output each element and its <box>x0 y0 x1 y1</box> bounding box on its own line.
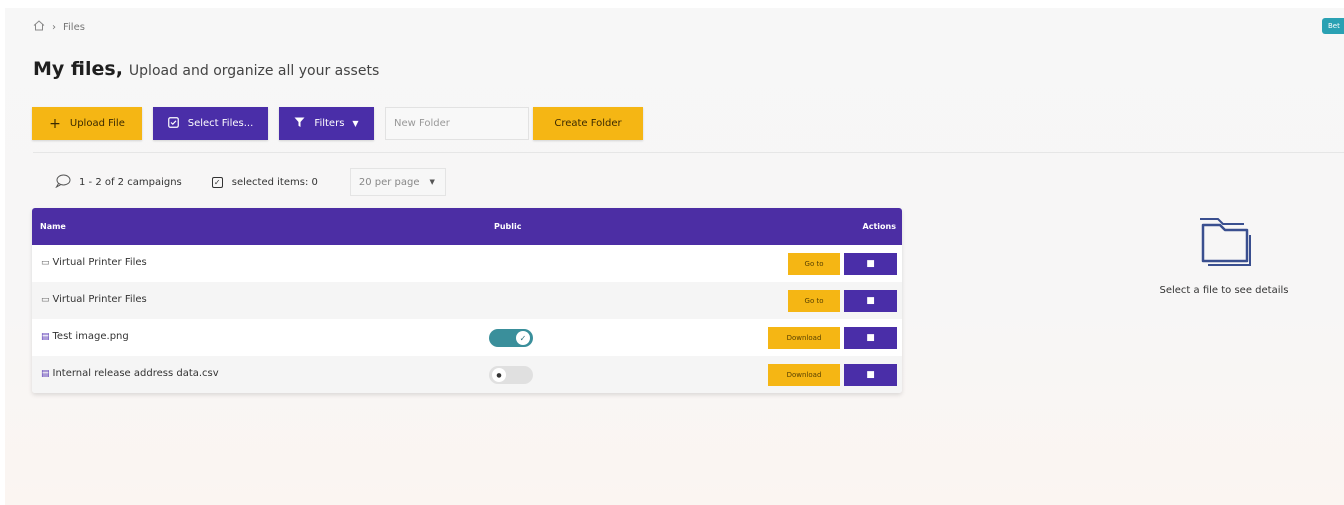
per-page-select[interactable]: 20 per page ▼ <box>349 168 446 196</box>
select-files-label: Select Files... <box>187 118 254 129</box>
check-icon: ✓ <box>516 331 530 345</box>
column-actions: Actions <box>862 222 896 231</box>
breadcrumb: › Files <box>33 20 85 34</box>
page-title: My files, <box>33 58 123 80</box>
public-toggle[interactable]: ● <box>489 366 533 384</box>
row-name: Test image.png <box>52 331 129 342</box>
delete-button[interactable]: ■ <box>844 253 897 275</box>
new-folder-input[interactable] <box>385 107 529 140</box>
campaign-count: 1 - 2 of 2 campaigns <box>79 176 182 188</box>
home-icon[interactable] <box>33 20 45 34</box>
caret-down-icon: ▼ <box>429 178 435 186</box>
chevron-right-icon: › <box>52 21 56 33</box>
row-name: Internal release address data.csv <box>52 368 219 379</box>
folder-icon: ▭ <box>41 294 50 305</box>
trash-icon: ■ <box>866 370 875 380</box>
delete-button[interactable]: ■ <box>844 290 897 312</box>
files-page: › Files Bet My files, Upload and organiz… <box>5 8 1344 505</box>
list-meta: 1 - 2 of 2 campaigns ✓ selected items: 0… <box>55 168 446 196</box>
page-subtitle: Upload and organize all your assets <box>128 63 380 79</box>
upload-file-label: Upload File <box>69 118 125 129</box>
create-folder-button[interactable]: Create Folder <box>533 107 643 140</box>
folder-icon <box>1135 213 1313 267</box>
download-button[interactable]: Download <box>768 364 840 386</box>
delete-button[interactable]: ■ <box>844 364 897 386</box>
details-empty-text: Select a file to see details <box>1159 285 1289 296</box>
column-name: Name <box>40 222 66 231</box>
page-header: My files, Upload and organize all your a… <box>33 58 379 80</box>
table-row[interactable]: ▭ Virtual Printer Files Go to ■ <box>32 245 902 282</box>
filters-button[interactable]: Filters ▼ <box>279 107 374 140</box>
filter-icon <box>294 117 305 131</box>
delete-button[interactable]: ■ <box>844 327 897 349</box>
folder-icon: ▭ <box>41 257 50 268</box>
per-page-value: 20 per page <box>358 176 420 188</box>
plus-icon: + <box>49 115 61 132</box>
trash-icon: ■ <box>866 259 875 269</box>
download-button[interactable]: Download <box>768 327 840 349</box>
caret-down-icon: ▼ <box>352 119 359 128</box>
public-toggle[interactable]: ✓ <box>489 329 533 347</box>
beta-badge[interactable]: Bet <box>1322 18 1344 34</box>
go-to-button[interactable]: Go to <box>788 253 840 275</box>
table-row[interactable]: ▤ Internal release address data.csv ● Do… <box>32 356 902 393</box>
trash-icon: ■ <box>866 333 875 343</box>
speech-bubble-icon <box>55 174 71 191</box>
file-icon: ▤ <box>41 368 50 379</box>
checkbox-icon <box>167 116 179 131</box>
go-to-button[interactable]: Go to <box>788 290 840 312</box>
trash-icon: ■ <box>866 296 875 306</box>
table-row[interactable]: ▤ Test image.png ✓ Download ■ <box>32 319 902 356</box>
column-public: Public <box>494 222 522 231</box>
select-files-button[interactable]: Select Files... <box>153 107 268 140</box>
details-panel: Select a file to see details <box>1135 213 1313 296</box>
filters-label: Filters <box>314 118 345 129</box>
table-row[interactable]: ▭ Virtual Printer Files Go to ■ <box>32 282 902 319</box>
divider <box>33 152 1344 153</box>
row-name: Virtual Printer Files <box>52 294 147 305</box>
toolbar: + Upload File Select Files... Filters ▼ … <box>32 107 643 140</box>
selected-items: selected items: 0 <box>231 176 318 188</box>
dot-icon: ● <box>492 368 506 382</box>
table-header: Name Public Actions <box>32 208 902 245</box>
upload-file-button[interactable]: + Upload File <box>32 107 142 140</box>
checkbox-icon[interactable]: ✓ <box>211 176 223 188</box>
breadcrumb-current: Files <box>63 21 85 33</box>
files-table: Name Public Actions ▭ Virtual Printer Fi… <box>32 208 902 393</box>
row-name: Virtual Printer Files <box>52 257 147 268</box>
file-icon: ▤ <box>41 331 50 342</box>
